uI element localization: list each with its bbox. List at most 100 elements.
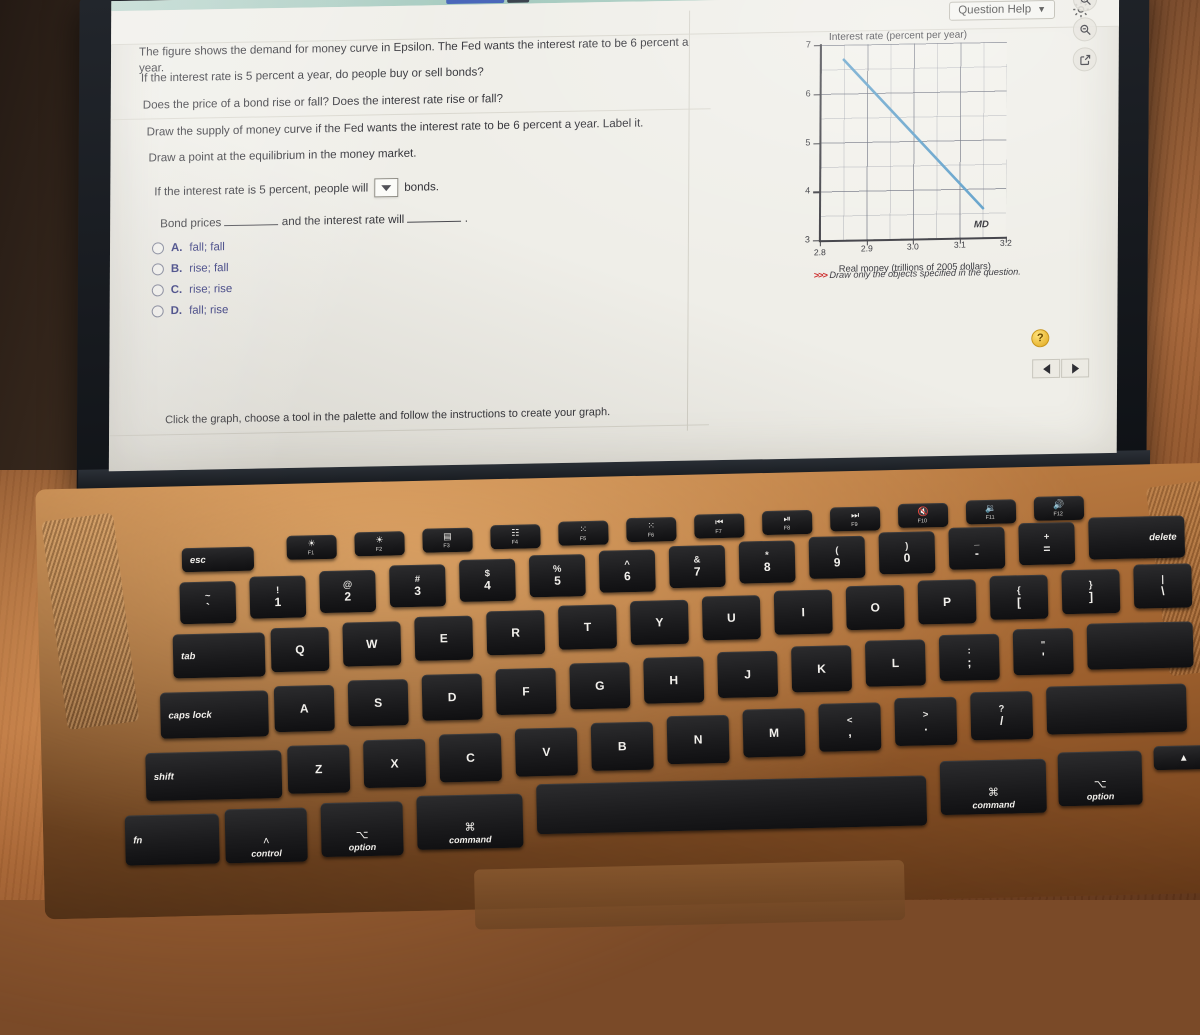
key-f12[interactable]: 🔊 F12: [1033, 495, 1085, 521]
key-slash[interactable]: ? /: [970, 690, 1034, 741]
key-option-left[interactable]: ⌥ option: [320, 801, 404, 858]
key-y[interactable]: Y: [629, 599, 689, 646]
fill-in-sentence: Bond prices and the interest rate will .: [146, 206, 734, 232]
key-4[interactable]: $4: [458, 558, 516, 602]
key-u[interactable]: U: [701, 595, 761, 641]
key-glyph-upper: >: [922, 709, 929, 721]
key-quote[interactable]: " ': [1012, 628, 1074, 676]
key-space[interactable]: [536, 775, 928, 835]
key-e[interactable]: E: [414, 615, 474, 661]
key-f11[interactable]: 🔉 F11: [965, 499, 1017, 525]
blank-field-2[interactable]: [407, 210, 462, 223]
key-comma[interactable]: <,: [818, 702, 882, 752]
key-f5[interactable]: ⁙ F5: [558, 520, 609, 546]
blank-field-1[interactable]: [224, 214, 279, 227]
key-bracket-left[interactable]: {[: [989, 574, 1049, 620]
key-minus[interactable]: _ -: [948, 526, 1006, 570]
key-glyph: K: [817, 661, 827, 676]
key-f[interactable]: F: [495, 667, 557, 716]
question-pane: The figure shows the demand for money cu…: [109, 34, 711, 471]
key-esc[interactable]: esc: [181, 546, 255, 573]
browser-tab-inactive[interactable]: [507, 0, 530, 3]
key-f8[interactable]: ⏯ F8: [761, 509, 813, 536]
choice-d[interactable]: D. fall; rise: [151, 304, 233, 318]
key-shift-left[interactable]: shift: [145, 750, 283, 802]
key-r[interactable]: R: [486, 610, 546, 656]
key-a[interactable]: A: [273, 684, 335, 733]
key-d[interactable]: D: [421, 673, 483, 721]
key-shift-right[interactable]: [1046, 683, 1188, 735]
key-7[interactable]: & 7: [668, 544, 726, 589]
radio-icon[interactable]: [151, 242, 165, 255]
key-period[interactable]: >.: [894, 696, 958, 747]
key-q[interactable]: Q: [270, 626, 330, 673]
money-demand-curve[interactable]: [708, 29, 1009, 265]
radio-icon[interactable]: [151, 305, 164, 318]
trackpad[interactable]: [474, 859, 906, 930]
radio-icon[interactable]: [151, 263, 164, 276]
choice-a[interactable]: A. fall; fall: [151, 241, 233, 255]
choice-c[interactable]: C. rise; rise: [151, 283, 232, 297]
key-2[interactable]: @2: [319, 569, 377, 614]
key-b[interactable]: B: [590, 721, 654, 772]
key-command-right[interactable]: ⌘ command: [939, 758, 1047, 816]
key-3[interactable]: #3: [389, 564, 447, 608]
key-i[interactable]: I: [773, 589, 833, 635]
key-k[interactable]: K: [791, 645, 853, 693]
key-1[interactable]: ! 1: [249, 575, 307, 619]
key-s[interactable]: S: [347, 679, 409, 727]
question-help-button[interactable]: Question Help ▼: [949, 0, 1056, 21]
key-j[interactable]: J: [717, 650, 779, 699]
key-5[interactable]: % 5: [528, 554, 586, 598]
choice-b[interactable]: B. rise; fall: [151, 262, 233, 276]
key-caps-lock[interactable]: caps lock: [159, 690, 269, 739]
key-f9[interactable]: ⏭ F9: [829, 506, 881, 532]
key-glyph-upper: ~: [204, 590, 211, 602]
key-tilde[interactable]: ~ `: [179, 581, 237, 625]
key-equals[interactable]: + =: [1018, 521, 1076, 566]
key-f6[interactable]: ⁙ F6: [626, 517, 677, 543]
key-f10[interactable]: 🔇 F10: [897, 502, 949, 528]
key-6[interactable]: ^ 6: [598, 549, 656, 593]
key-w[interactable]: W: [342, 621, 402, 667]
buy-sell-dropdown[interactable]: [374, 177, 399, 198]
key-f4[interactable]: ☷ F4: [490, 524, 541, 550]
key-9[interactable]: (9: [808, 535, 866, 580]
key-g[interactable]: G: [569, 662, 631, 710]
prev-question-button[interactable]: [1032, 358, 1061, 379]
key-control[interactable]: ˄ control: [224, 807, 308, 864]
key-t[interactable]: T: [558, 604, 618, 650]
key-return[interactable]: [1086, 621, 1194, 670]
key-delete[interactable]: delete: [1088, 515, 1186, 560]
key-arrow-up[interactable]: ▴: [1153, 744, 1200, 771]
key-p[interactable]: P: [917, 579, 977, 625]
key-f3[interactable]: ▤ F3: [422, 527, 473, 553]
key-m[interactable]: M: [742, 708, 806, 758]
key-8[interactable]: * 8: [738, 540, 796, 584]
key-z[interactable]: Z: [287, 744, 351, 794]
next-question-button[interactable]: [1061, 358, 1090, 378]
key-bracket-right[interactable]: }]: [1061, 568, 1121, 615]
key-semicolon[interactable]: :;: [938, 633, 1000, 682]
key-f2[interactable]: ☀ F2: [354, 531, 405, 557]
key-o[interactable]: O: [845, 584, 905, 631]
key-glyph-lower: .: [924, 719, 928, 734]
key-fn[interactable]: fn: [124, 813, 220, 866]
key-command-left[interactable]: ⌘ command: [416, 793, 524, 850]
key-option-right[interactable]: ⌥ option: [1057, 750, 1143, 807]
radio-icon[interactable]: [151, 284, 164, 297]
key-v[interactable]: V: [514, 727, 578, 777]
key-h[interactable]: H: [643, 656, 705, 704]
key-0[interactable]: ) 0: [878, 531, 936, 575]
key-backslash[interactable]: | \: [1133, 563, 1193, 609]
key-f7[interactable]: ⏮ F7: [694, 513, 745, 539]
key-label: command: [448, 834, 492, 846]
key-l[interactable]: L: [864, 639, 926, 687]
key-x[interactable]: X: [363, 738, 427, 789]
key-tab[interactable]: tab: [172, 632, 266, 679]
key-c[interactable]: C: [438, 733, 503, 783]
key-f1[interactable]: ☀ F1: [286, 534, 337, 560]
chevron-down-icon: [381, 184, 392, 191]
key-glyph: I: [801, 605, 806, 620]
key-n[interactable]: N: [666, 714, 730, 765]
